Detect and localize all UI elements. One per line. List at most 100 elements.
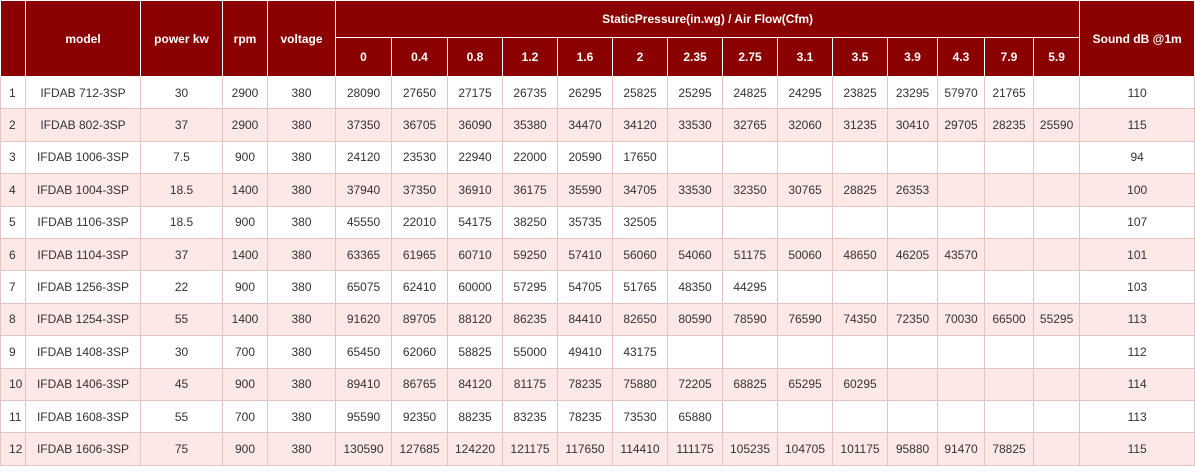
airflow-cell bbox=[777, 399, 833, 434]
airflow-cell: 38250 bbox=[502, 205, 558, 239]
airflow-cell: 57295 bbox=[502, 270, 558, 304]
rpm-cell: 900 bbox=[222, 270, 268, 304]
airflow-cell: 36705 bbox=[391, 108, 448, 142]
airflow-cell: 70030 bbox=[937, 302, 985, 337]
table-row: 11 IFDAB 1608-3SP 55 700 380 95590 92350 88235 8… bbox=[0, 399, 1195, 434]
airflow-cell: 48650 bbox=[832, 237, 888, 272]
pressure-header-cell: 3.9 bbox=[887, 37, 938, 77]
table-row: 9 IFDAB 1408-3SP 30 700 380 65450 62060 58825 55… bbox=[0, 335, 1195, 369]
airflow-cell bbox=[1032, 367, 1081, 401]
airflow-cell bbox=[832, 335, 888, 369]
airflow-cell: 72350 bbox=[887, 302, 938, 337]
table-row: 8 IFDAB 1254-3SP 55 1400 380 91620 89705 88120 8… bbox=[0, 302, 1195, 337]
airflow-cell: 91620 bbox=[335, 302, 392, 337]
airflow-cell bbox=[1032, 270, 1081, 304]
airflow-cell bbox=[722, 335, 778, 369]
airflow-cell: 114410 bbox=[612, 432, 668, 466]
pressure-header-cell: 2.75 bbox=[722, 37, 778, 77]
airflow-cell bbox=[937, 205, 985, 239]
airflow-cell: 34705 bbox=[612, 173, 668, 207]
rpm-cell: 900 bbox=[222, 205, 268, 239]
airflow-cell: 33530 bbox=[667, 173, 723, 207]
rpm-cell: 900 bbox=[222, 432, 268, 466]
airflow-cell: 54705 bbox=[557, 270, 613, 304]
airflow-cell: 27650 bbox=[391, 75, 448, 110]
airflow-cell: 86765 bbox=[391, 367, 448, 401]
airflow-cell: 45550 bbox=[335, 205, 392, 239]
airflow-cell bbox=[887, 399, 938, 434]
model-cell: IFDAB 1254-3SP bbox=[25, 302, 141, 337]
airflow-cell: 28235 bbox=[984, 108, 1034, 142]
pressure-header-cell: 2.35 bbox=[667, 37, 723, 77]
airflow-cell: 80590 bbox=[667, 302, 723, 337]
airflow-cell bbox=[1032, 75, 1081, 110]
airflow-cell: 49410 bbox=[557, 335, 613, 369]
airflow-cell: 101175 bbox=[832, 432, 888, 466]
airflow-cell: 24295 bbox=[777, 75, 833, 110]
airflow-cell: 73530 bbox=[612, 399, 668, 434]
model-cell: IFDAB 1004-3SP bbox=[25, 173, 141, 207]
airflow-cell: 88120 bbox=[447, 302, 503, 337]
pressure-header-cell: 7.9 bbox=[984, 37, 1034, 77]
airflow-cell: 31235 bbox=[832, 108, 888, 142]
airflow-cell: 57410 bbox=[557, 237, 613, 272]
airflow-cell: 62410 bbox=[391, 270, 448, 304]
model-cell: IFDAB 1104-3SP bbox=[25, 237, 141, 272]
airflow-cell: 95880 bbox=[887, 432, 938, 466]
row-index-cell: 11 bbox=[0, 399, 26, 434]
voltage-cell: 380 bbox=[267, 140, 336, 175]
airflow-cell bbox=[887, 140, 938, 175]
airflow-cell: 17650 bbox=[612, 140, 668, 175]
sound-cell: 100 bbox=[1079, 173, 1195, 207]
airflow-cell bbox=[984, 205, 1034, 239]
fan-performance-table: model power kw rpm voltage StaticPressur… bbox=[0, 0, 1195, 466]
table-row: 1 IFDAB 712-3SP 30 2900 380 28090 27650 27175 26… bbox=[0, 75, 1195, 110]
airflow-cell: 60295 bbox=[832, 367, 888, 401]
rpm-cell: 1400 bbox=[222, 302, 268, 337]
airflow-cell bbox=[667, 335, 723, 369]
airflow-cell: 34470 bbox=[557, 108, 613, 142]
airflow-cell: 78590 bbox=[722, 302, 778, 337]
airflow-cell: 50060 bbox=[777, 237, 833, 272]
airflow-cell: 22010 bbox=[391, 205, 448, 239]
voltage-cell: 380 bbox=[267, 173, 336, 207]
power-cell: 18.5 bbox=[140, 173, 223, 207]
airflow-cell: 23825 bbox=[832, 75, 888, 110]
airflow-cell: 62060 bbox=[391, 335, 448, 369]
airflow-cell: 81175 bbox=[502, 367, 558, 401]
table-row: 3 IFDAB 1006-3SP 7.5 900 380 24120 23530 22940 2… bbox=[0, 140, 1195, 175]
airflow-cell bbox=[667, 205, 723, 239]
airflow-cell bbox=[887, 335, 938, 369]
table-row: 12 IFDAB 1606-3SP 75 900 380 130590 127685 1242… bbox=[0, 432, 1195, 466]
index-header bbox=[0, 0, 26, 77]
rpm-cell: 700 bbox=[222, 399, 268, 434]
airflow-cell: 78235 bbox=[557, 367, 613, 401]
model-cell: IFDAB 1106-3SP bbox=[25, 205, 141, 239]
rpm-cell: 2900 bbox=[222, 108, 268, 142]
airflow-cell: 36175 bbox=[502, 173, 558, 207]
airflow-cell: 32060 bbox=[777, 108, 833, 142]
airflow-cell: 65295 bbox=[777, 367, 833, 401]
model-header: model bbox=[25, 0, 141, 77]
sound-cell: 101 bbox=[1079, 237, 1195, 272]
row-index-cell: 6 bbox=[0, 237, 26, 272]
model-cell: IFDAB 1606-3SP bbox=[25, 432, 141, 466]
airflow-cell bbox=[887, 367, 938, 401]
airflow-cell: 124220 bbox=[447, 432, 503, 466]
sound-cell: 113 bbox=[1079, 302, 1195, 337]
airflow-cell: 104705 bbox=[777, 432, 833, 466]
airflow-cell: 65075 bbox=[335, 270, 392, 304]
airflow-cell bbox=[984, 399, 1034, 434]
airflow-cell: 27175 bbox=[447, 75, 503, 110]
row-index-cell: 12 bbox=[0, 432, 26, 466]
airflow-cell bbox=[937, 270, 985, 304]
airflow-cell: 28090 bbox=[335, 75, 392, 110]
sound-cell: 110 bbox=[1079, 75, 1195, 110]
airflow-cell bbox=[722, 205, 778, 239]
row-index-cell: 9 bbox=[0, 335, 26, 369]
row-index-cell: 3 bbox=[0, 140, 26, 175]
airflow-cell bbox=[887, 205, 938, 239]
sound-cell: 103 bbox=[1079, 270, 1195, 304]
row-index-cell: 10 bbox=[0, 367, 26, 401]
airflow-cell: 59250 bbox=[502, 237, 558, 272]
